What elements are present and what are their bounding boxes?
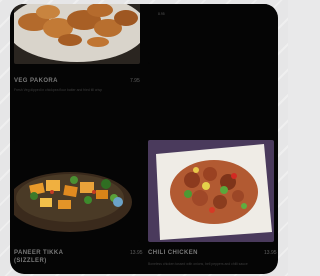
chili-chicken-image xyxy=(148,140,274,242)
dish-name: PANEER TIKKA xyxy=(14,250,64,256)
dish-name-line2: (SIZZLER) xyxy=(14,258,47,264)
menu-panel: VEG PAKORA 7.95 Fresh Veg dipped in chic… xyxy=(10,4,278,274)
dish-description: Fresh Veg dipped in chickpea flour batte… xyxy=(14,88,103,92)
dish-photo-paneer-tikka xyxy=(14,140,140,242)
dish-price: 13.95 xyxy=(130,250,143,256)
dish-name: VEG PAKORA xyxy=(14,78,58,84)
dish-photo-chili-chicken xyxy=(148,140,274,242)
screenshot-stage: VEG PAKORA 7.95 Fresh Veg dipped in chic… xyxy=(0,0,288,276)
pakora-image xyxy=(14,4,140,64)
menu-card-veg-pakora[interactable]: VEG PAKORA 7.95 Fresh Veg dipped in chic… xyxy=(14,4,140,92)
dish-price: 13.95 xyxy=(264,250,277,256)
dish-description: Boneless chicken tossed with onions, bel… xyxy=(148,262,248,266)
menu-card-top-right[interactable]: 8.95 xyxy=(148,4,274,64)
paneer-tikka-image xyxy=(14,140,140,242)
dish-price: 7.95 xyxy=(130,78,140,84)
menu-card-paneer-tikka[interactable]: PANEER TIKKA (SIZZLER) 13.95 xyxy=(14,140,143,264)
dish-photo-veg-pakora xyxy=(14,4,140,64)
menu-card-chili-chicken[interactable]: CHILI CHICKEN 13.95 Boneless chicken tos… xyxy=(148,140,277,266)
dish-name: CHILI CHICKEN xyxy=(148,250,198,256)
dish-price-top-right: 8.95 xyxy=(158,12,165,16)
